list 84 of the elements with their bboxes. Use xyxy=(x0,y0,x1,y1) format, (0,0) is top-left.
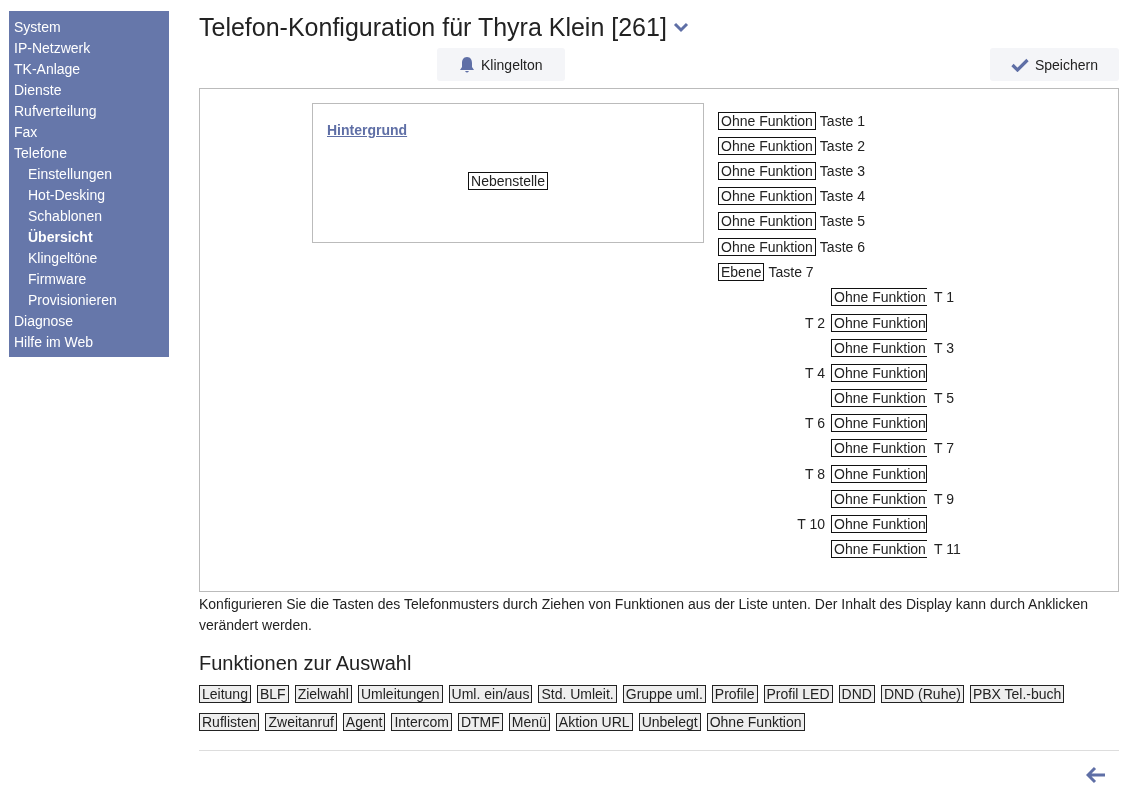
sidebar-item[interactable]: Diagnose xyxy=(9,311,169,332)
function-chip[interactable]: BLF xyxy=(256,685,289,703)
back-arrow-icon[interactable] xyxy=(1086,766,1106,784)
function-chip[interactable]: Menü xyxy=(508,713,550,731)
key-function[interactable]: Ohne Funktion xyxy=(831,414,927,433)
key-function[interactable]: Ohne Funktion xyxy=(718,161,816,180)
key-function[interactable]: Ohne Funktion xyxy=(831,338,927,357)
sidebar-item[interactable]: Klingeltöne xyxy=(9,248,169,269)
key-function[interactable]: Ohne Funktion xyxy=(718,237,816,256)
chevron-down-icon[interactable] xyxy=(672,22,689,34)
function-chip[interactable]: Umleitungen xyxy=(358,685,443,703)
function-chip[interactable]: Gruppe uml. xyxy=(622,685,706,703)
sidebar-item[interactable]: Einstellungen xyxy=(9,164,169,185)
function-chip[interactable]: Zweitanruf xyxy=(265,713,337,731)
background-link[interactable]: Hintergrund xyxy=(327,122,408,138)
function-chip[interactable]: Agent xyxy=(342,713,386,731)
ringtone-button[interactable]: Klingelton xyxy=(437,48,565,81)
function-chip[interactable]: PBX Tel.-buch xyxy=(969,685,1065,703)
key-label: T 4 xyxy=(805,364,825,381)
key-function[interactable]: Ohne Funktion xyxy=(831,464,927,483)
sidebar-item[interactable]: Telefone xyxy=(9,143,169,164)
sidebar-item[interactable]: Dienste xyxy=(9,80,169,101)
description-text: Konfigurieren Sie die Tasten des Telefonmusters durch Ziehen von Funktionen aus der Liste unten. Der Inhalt des Display kann durch Anklicken verändert werden. xyxy=(199,595,1089,635)
key-function[interactable]: Ohne Funktion xyxy=(831,515,927,533)
function-chip[interactable]: Aktion URL xyxy=(555,713,633,731)
sidebar-item[interactable]: IP-Netzwerk xyxy=(9,38,169,59)
key-function[interactable]: Ohne Funktion xyxy=(831,363,927,382)
function-chip[interactable]: Leitung xyxy=(199,685,251,703)
key-function[interactable]: Ebene xyxy=(718,262,765,281)
key-function[interactable]: Ohne Funktion xyxy=(718,187,816,206)
function-chip[interactable]: Std. Umleit. xyxy=(538,685,617,703)
function-chip[interactable]: Uml. ein/aus xyxy=(448,685,533,703)
key-function[interactable]: Ohne Funktion xyxy=(831,540,927,559)
key-label: T 7 xyxy=(934,440,954,457)
key-function[interactable]: Ohne Funktion xyxy=(718,212,816,231)
function-chip[interactable]: Profil LED xyxy=(763,685,833,703)
sidebar-item[interactable]: System xyxy=(9,17,169,38)
function-chip[interactable]: Profile xyxy=(711,685,758,703)
function-chip[interactable]: Ohne Funktion xyxy=(706,713,805,731)
sidebar-item[interactable]: Fax xyxy=(9,122,169,143)
key-function[interactable]: Ohne Funktion xyxy=(718,136,816,155)
page-title: Telefon-Konfiguration für Thyra Klein [261] xyxy=(199,12,667,42)
key-function[interactable]: Ohne Funktion xyxy=(831,439,927,458)
display-field[interactable]: Nebenstelle xyxy=(468,172,548,190)
key-label: T 5 xyxy=(934,390,954,407)
function-chip[interactable]: Zielwahl xyxy=(294,685,352,703)
key-label: T 1 xyxy=(934,289,954,306)
key-label: Taste 5 xyxy=(819,213,865,230)
key-function[interactable]: Ohne Funktion xyxy=(831,389,927,408)
sidebar-item[interactable]: Übersicht xyxy=(9,227,169,248)
key-label: T 9 xyxy=(934,490,954,507)
key-label: T 11 xyxy=(934,541,961,558)
bell-icon xyxy=(459,55,475,74)
sidebar-item[interactable]: Provisionieren xyxy=(9,290,169,311)
sidebar-item[interactable]: Firmware xyxy=(9,269,169,290)
key-label: T 2 xyxy=(805,314,825,331)
function-chip[interactable]: DND xyxy=(838,685,875,703)
save-button[interactable]: Speichern xyxy=(989,48,1119,81)
sidebar-item[interactable]: Rufverteilung xyxy=(9,101,169,122)
key-function[interactable]: Ohne Funktion xyxy=(718,111,816,130)
sidebar-item[interactable]: Schablonen xyxy=(9,206,169,227)
key-function[interactable]: Ohne Funktion xyxy=(831,313,927,332)
function-chip[interactable]: Intercom xyxy=(391,713,452,731)
key-label: Taste 7 xyxy=(768,263,814,280)
key-label: Taste 2 xyxy=(819,137,865,154)
function-chip[interactable]: Unbelegt xyxy=(638,713,701,731)
key-label: Taste 6 xyxy=(819,238,865,255)
key-label: Taste 1 xyxy=(819,112,865,129)
key-label: T 6 xyxy=(805,415,825,432)
sidebar-item[interactable]: TK-Anlage xyxy=(9,59,169,80)
section-heading: Funktionen zur Auswahl xyxy=(199,652,413,675)
key-function[interactable]: Ohne Funktion xyxy=(831,489,927,508)
key-label: Taste 3 xyxy=(819,162,865,179)
sidebar-item[interactable]: Hot-Desking xyxy=(9,185,169,206)
function-chip[interactable]: DTMF xyxy=(457,713,503,731)
key-label: Taste 4 xyxy=(819,188,865,205)
function-chip[interactable]: DND (Ruhe) xyxy=(880,685,964,703)
key-label: T 3 xyxy=(934,339,954,356)
function-chip[interactable]: Ruflisten xyxy=(199,713,260,731)
key-label: T 8 xyxy=(805,465,825,482)
key-label: T 10 xyxy=(797,516,825,532)
checkmark-icon xyxy=(1010,57,1029,72)
sidebar-item[interactable]: Hilfe im Web xyxy=(9,332,169,353)
key-function[interactable]: Ohne Funktion xyxy=(831,288,927,307)
